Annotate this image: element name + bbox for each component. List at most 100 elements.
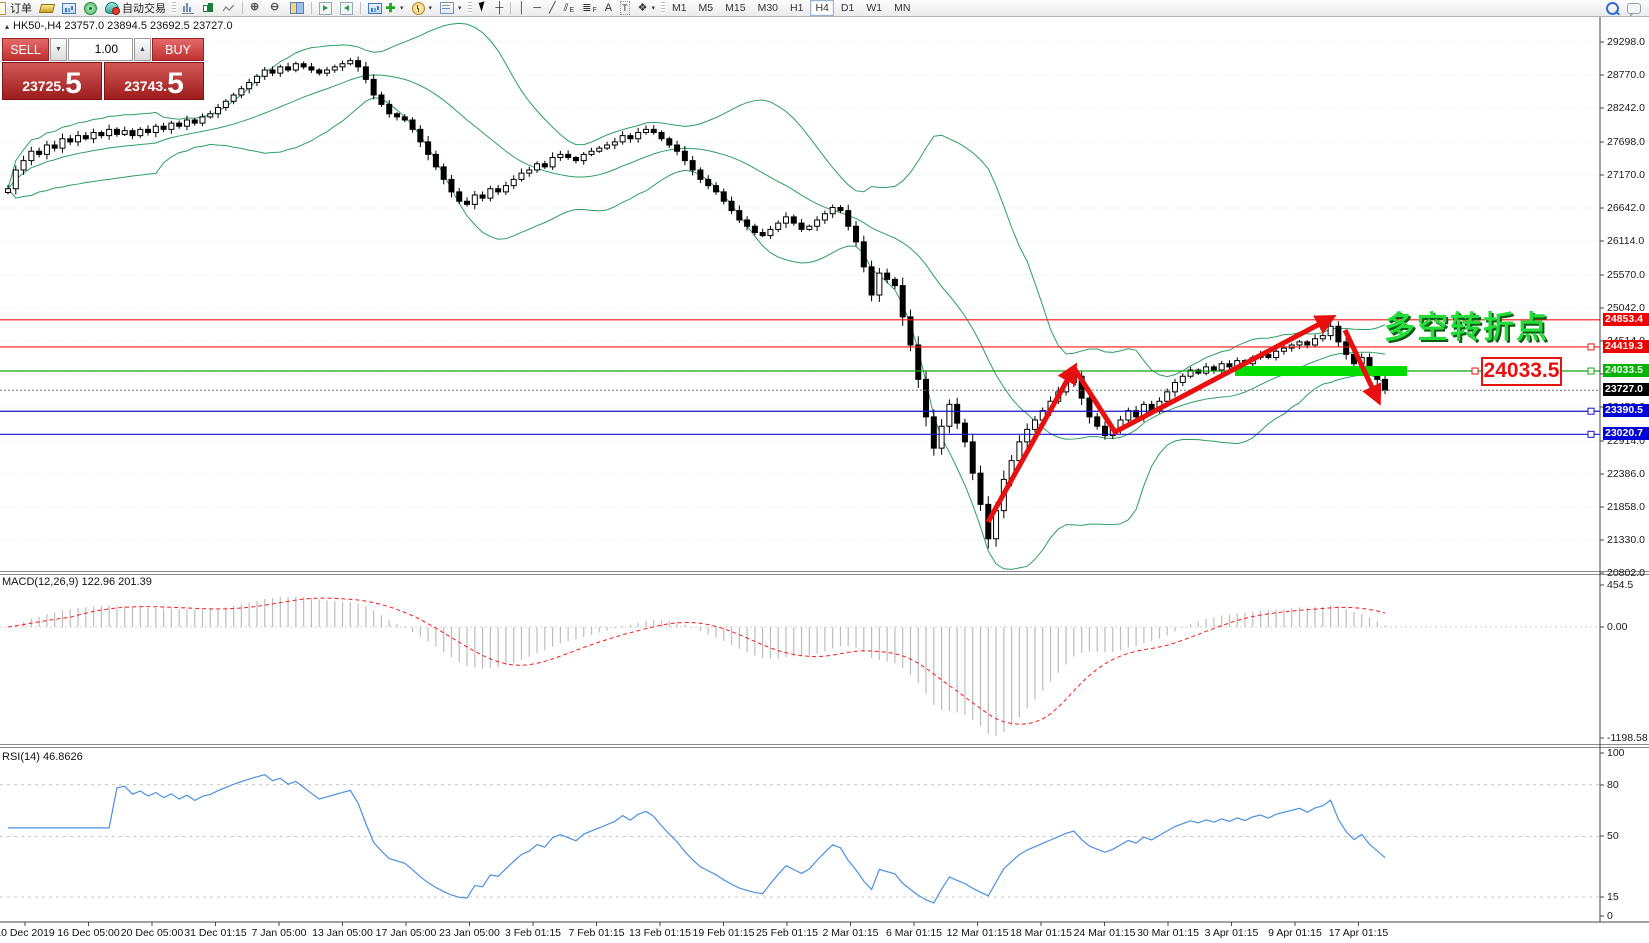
timeframe-w1[interactable]: W1 bbox=[861, 0, 887, 16]
macd-pane bbox=[0, 596, 1600, 736]
channel-icon: ⫽ bbox=[563, 2, 569, 14]
time-tick-label: 3 Apr 01:15 bbox=[1204, 927, 1259, 939]
time-tick-label: 13 Jan 05:00 bbox=[312, 927, 373, 939]
time-tick-label: 3 Feb 01:15 bbox=[504, 927, 562, 939]
search-icon[interactable] bbox=[1606, 1, 1619, 15]
template-icon bbox=[440, 2, 455, 14]
volume-up-button[interactable]: ▲ bbox=[134, 38, 151, 61]
axis-tick-label: 29298.0 bbox=[1607, 36, 1645, 48]
channel-tool-button[interactable]: ⫽ E bbox=[560, 1, 579, 16]
timeframe-m15[interactable]: M15 bbox=[720, 0, 750, 16]
timeframe-m1[interactable]: M1 bbox=[667, 0, 692, 16]
add-indicator-button[interactable]: ✚ ▾ bbox=[364, 1, 408, 16]
time-tick-label: 17 Jan 05:00 bbox=[375, 927, 437, 939]
autotrading-icon bbox=[105, 2, 120, 15]
annotation-text[interactable]: 多空转折点 bbox=[1384, 312, 1549, 343]
trendline-tool-button[interactable]: ╱ bbox=[545, 1, 560, 16]
fibonacci-icon: ≣ bbox=[582, 2, 592, 14]
hline-tool-button[interactable]: ─ bbox=[529, 1, 545, 16]
chart-shift-icon bbox=[340, 1, 353, 15]
level-price-label: 23020.7 bbox=[1603, 427, 1649, 441]
zoom-in-button[interactable]: ⊕ bbox=[246, 1, 266, 16]
auto-scroll-icon bbox=[319, 1, 332, 15]
autotrading-button[interactable]: 自动交易 bbox=[101, 1, 170, 16]
timeframe-m30[interactable]: M30 bbox=[753, 0, 783, 16]
time-tick-label: 16 Dec 05:00 bbox=[57, 927, 120, 939]
axis-tick-label: 28242.0 bbox=[1607, 102, 1645, 114]
volume-input[interactable]: 1.00 bbox=[68, 38, 133, 61]
axis-tick-label: 28770.0 bbox=[1607, 69, 1645, 81]
timeframe-mn[interactable]: MN bbox=[889, 0, 915, 16]
toolbar-grip bbox=[172, 2, 176, 14]
radar-icon bbox=[84, 1, 97, 15]
gold-icon bbox=[38, 3, 56, 13]
period-button[interactable]: ▾ bbox=[408, 1, 437, 16]
price-tag-label[interactable]: 24033.5 bbox=[1481, 357, 1562, 386]
new-order-button[interactable]: 订单 bbox=[6, 1, 36, 16]
label-tool-button[interactable]: T bbox=[616, 1, 634, 16]
auto-scroll-button[interactable] bbox=[315, 1, 336, 16]
axis-tick-label: 15 bbox=[1607, 891, 1619, 903]
macd-label: MACD(12,26,9) 122.96 201.39 bbox=[2, 576, 152, 588]
toolbar-right bbox=[1606, 1, 1649, 17]
axis-tick-label: 26114.0 bbox=[1607, 235, 1645, 247]
market-watch-button[interactable] bbox=[58, 1, 80, 16]
chevron-down-icon: ▾ bbox=[651, 5, 655, 12]
sell-price-box[interactable]: 23725. 5 bbox=[2, 62, 102, 100]
zoom-out-icon: ⊖ bbox=[270, 1, 280, 13]
timeframe-m5[interactable]: M5 bbox=[694, 0, 719, 16]
volume-down-button[interactable]: ▼ bbox=[50, 38, 67, 61]
timeframe-d1[interactable]: D1 bbox=[836, 0, 859, 16]
chart-canvas[interactable] bbox=[0, 0, 1649, 943]
axis-tick-label: 26642.0 bbox=[1607, 202, 1645, 214]
shapes-icon: ❖ bbox=[637, 2, 648, 14]
buy-price: 23743. bbox=[124, 78, 168, 94]
time-tick-label: 30 Mar 01:15 bbox=[1137, 927, 1199, 939]
time-tick-label: 23 Jan 05:00 bbox=[439, 927, 500, 939]
candle-chart-icon bbox=[202, 2, 214, 14]
zoom-out-button[interactable]: ⊖ bbox=[266, 1, 286, 16]
vline-tool-button[interactable]: │ bbox=[514, 1, 529, 16]
bar-chart-button[interactable] bbox=[178, 1, 198, 16]
buy-button[interactable]: BUY bbox=[152, 38, 204, 61]
monitor-icon bbox=[62, 2, 76, 14]
chart-shift-button[interactable] bbox=[336, 1, 357, 16]
time-tick-label: 24 Mar 01:15 bbox=[1073, 927, 1136, 939]
tile-windows-icon bbox=[290, 2, 304, 14]
level-price-label: 23727.0 bbox=[1603, 383, 1649, 397]
price-axis[interactable]: 29298.0 28770.0 28242.0 27698.0 27170.0 26642… bbox=[1600, 17, 1649, 922]
symbol-ohlc-label: HK50-,H4 23757.0 23894.5 23692.5 23727.0 bbox=[13, 20, 233, 32]
channel-sub-label: E bbox=[569, 6, 575, 14]
toolbar-separator bbox=[311, 2, 312, 14]
sell-price-big-digit: 5 bbox=[65, 67, 82, 100]
navigator-button[interactable] bbox=[80, 1, 101, 16]
tile-windows-button[interactable] bbox=[286, 1, 308, 16]
sell-price: 23725. bbox=[22, 78, 66, 94]
gold-button[interactable] bbox=[36, 1, 58, 16]
new-order-icon[interactable] bbox=[0, 1, 6, 15]
template-button[interactable]: ▾ bbox=[436, 1, 466, 16]
toolbar-separator bbox=[360, 2, 361, 14]
chat-icon[interactable] bbox=[1627, 2, 1641, 17]
timeframe-h4[interactable]: H4 bbox=[810, 0, 834, 16]
timeframe-h1[interactable]: H1 bbox=[785, 0, 808, 16]
cursor-tool-button[interactable] bbox=[474, 1, 492, 16]
crosshair-tool-button[interactable]: ┼ bbox=[492, 1, 508, 16]
time-tick-label: 10 Dec 2019 bbox=[0, 927, 55, 939]
shapes-tool-button[interactable]: ❖ ▾ bbox=[634, 1, 659, 16]
candle-chart-button[interactable] bbox=[198, 1, 218, 16]
sell-button[interactable]: SELL bbox=[2, 38, 49, 61]
horizontal-line-icon: ─ bbox=[533, 2, 542, 14]
text-tool-icon: A bbox=[604, 2, 613, 14]
buy-price-box[interactable]: 23743. 5 bbox=[104, 62, 204, 100]
fibonacci-tool-button[interactable]: ≣ F bbox=[578, 1, 601, 16]
toolbar-separator bbox=[510, 2, 512, 14]
time-tick-label: 7 Jan 05:00 bbox=[251, 927, 307, 939]
text-tool-button[interactable]: A bbox=[601, 1, 616, 16]
rsi-label: RSI(14) 46.8626 bbox=[2, 751, 83, 763]
line-chart-button[interactable] bbox=[218, 1, 239, 16]
label-tool-icon: T bbox=[620, 1, 630, 15]
time-tick-label: 19 Feb 01:15 bbox=[692, 927, 755, 939]
bar-chart-icon bbox=[182, 2, 194, 14]
zoom-in-icon: ⊕ bbox=[250, 1, 260, 13]
